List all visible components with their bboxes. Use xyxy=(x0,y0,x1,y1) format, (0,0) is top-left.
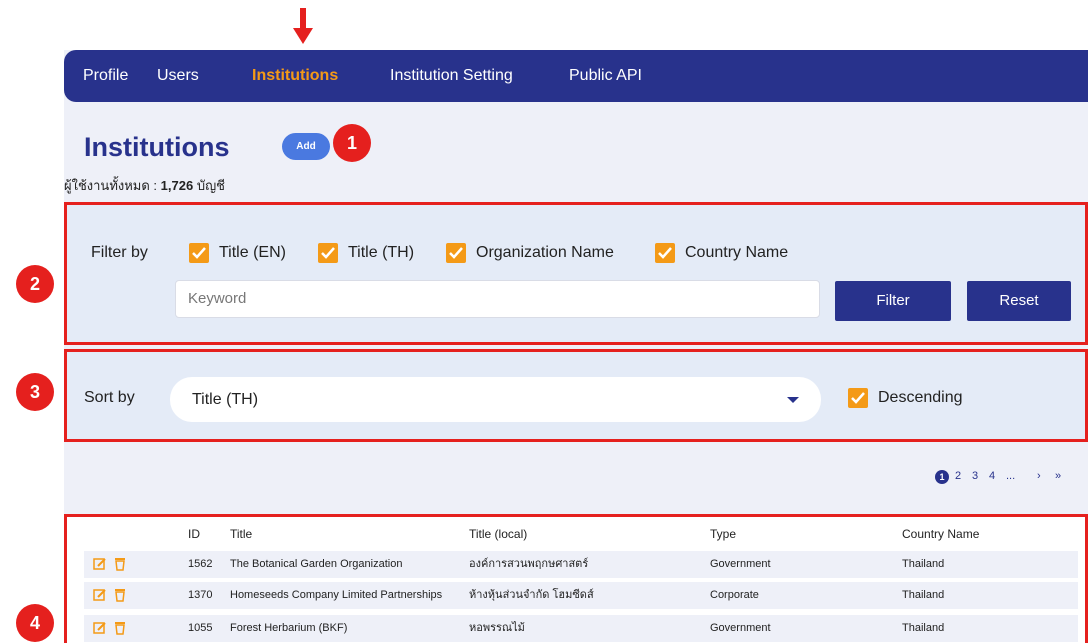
cell-id: 1562 xyxy=(188,558,213,570)
summary-suffix: บัญชี xyxy=(196,178,225,193)
cell-title: Homeseeds Company Limited Partnerships xyxy=(230,589,443,601)
cell-type: Government xyxy=(710,558,771,570)
nav-item-public-api[interactable]: Public API xyxy=(569,67,642,85)
edit-icon[interactable] xyxy=(93,621,107,635)
cell-title-local: ห้างหุ้นส่วนจำกัด โฮมซีดส์ xyxy=(469,589,594,601)
checkbox-title-en[interactable] xyxy=(189,243,209,263)
annotation-marker-4: 4 xyxy=(16,604,54,642)
pagination-last[interactable]: » xyxy=(1055,470,1061,482)
pagination-ellipsis: ... xyxy=(1006,470,1016,482)
cell-type: Corporate xyxy=(710,589,759,601)
cell-country: Thailand xyxy=(902,589,945,601)
cell-title: Forest Herbarium (BKF) xyxy=(230,622,348,634)
top-navbar: Profile Users Institutions Institution S… xyxy=(64,50,1088,102)
filter-by-label: Filter by xyxy=(91,244,148,261)
keyword-input[interactable]: Keyword xyxy=(175,280,820,318)
column-header-type: Type xyxy=(710,527,737,541)
chevron-down-icon xyxy=(787,397,799,403)
nav-item-profile[interactable]: Profile xyxy=(83,67,128,85)
trash-icon[interactable] xyxy=(113,621,127,635)
check-icon xyxy=(449,247,463,259)
cell-title-local: องค์การสวนพฤกษศาสตร์ xyxy=(469,558,589,570)
filter-button[interactable]: Filter xyxy=(835,281,951,321)
nav-item-institutions[interactable]: Institutions xyxy=(252,67,338,85)
checkbox-organization-name[interactable] xyxy=(446,243,466,263)
annotation-box-filter xyxy=(64,202,1088,345)
descending-label: Descending xyxy=(878,389,963,406)
summary-count: 1,726 xyxy=(160,178,194,193)
check-icon xyxy=(851,392,865,404)
column-header-title-local: Title (local) xyxy=(469,527,528,541)
pagination-page-2[interactable]: 2 xyxy=(955,470,961,482)
trash-icon[interactable] xyxy=(113,557,127,571)
reset-button[interactable]: Reset xyxy=(967,281,1071,321)
sort-by-label: Sort by xyxy=(84,389,135,406)
summary-prefix: ผู้ใช้งานทั้งหมด : xyxy=(64,178,158,193)
nav-item-institution-setting[interactable]: Institution Setting xyxy=(390,67,513,85)
checkbox-title-th[interactable] xyxy=(318,243,338,263)
cell-title-local: หอพรรณไม้ xyxy=(469,622,525,634)
checkbox-descending[interactable] xyxy=(848,388,868,408)
checkbox-country-name[interactable] xyxy=(655,243,675,263)
edit-icon[interactable] xyxy=(93,557,107,571)
trash-icon[interactable] xyxy=(113,588,127,602)
pagination-next[interactable]: › xyxy=(1037,470,1041,482)
checkbox-title-th-label: Title (TH) xyxy=(348,244,415,261)
cell-title: The Botanical Garden Organization xyxy=(230,558,403,570)
annotation-marker-1: 1 xyxy=(333,124,371,162)
table-row: 1562 The Botanical Garden Organization อ… xyxy=(84,551,1078,578)
table-row: 1370 Homeseeds Company Limited Partnersh… xyxy=(84,582,1078,609)
annotation-marker-3: 3 xyxy=(16,373,54,411)
nav-item-users[interactable]: Users xyxy=(157,67,199,85)
checkbox-title-en-label: Title (EN) xyxy=(219,244,286,261)
pagination-page-1[interactable]: 1 xyxy=(935,470,949,484)
check-icon xyxy=(192,247,206,259)
table-row: 1055 Forest Herbarium (BKF) หอพรรณไม้ Go… xyxy=(84,615,1078,642)
pagination-page-4[interactable]: 4 xyxy=(989,470,995,482)
cell-country: Thailand xyxy=(902,558,945,570)
screenshot-root: Profile Users Institutions Institution S… xyxy=(0,0,1088,643)
cell-id: 1055 xyxy=(188,622,213,634)
cell-id: 1370 xyxy=(188,589,213,601)
check-icon xyxy=(321,247,335,259)
pagination-page-3[interactable]: 3 xyxy=(972,470,978,482)
page-title: Institutions xyxy=(84,132,230,162)
annotation-marker-2: 2 xyxy=(16,265,54,303)
edit-icon[interactable] xyxy=(93,588,107,602)
checkbox-country-name-label: Country Name xyxy=(685,244,789,261)
column-header-id: ID xyxy=(188,527,200,541)
account-summary: ผู้ใช้งานทั้งหมด : 1,726 บัญชี xyxy=(64,175,225,196)
cell-country: Thailand xyxy=(902,622,945,634)
sort-select[interactable]: Title (TH) xyxy=(170,377,821,422)
checkbox-organization-name-label: Organization Name xyxy=(476,244,614,261)
add-button[interactable]: Add xyxy=(282,133,330,160)
column-header-title: Title xyxy=(230,527,253,541)
arrow-down-icon xyxy=(293,8,313,46)
cell-type: Government xyxy=(710,622,771,634)
column-header-country-name: Country Name xyxy=(902,527,980,541)
check-icon xyxy=(658,247,672,259)
sort-selected-value: Title (TH) xyxy=(192,391,259,408)
